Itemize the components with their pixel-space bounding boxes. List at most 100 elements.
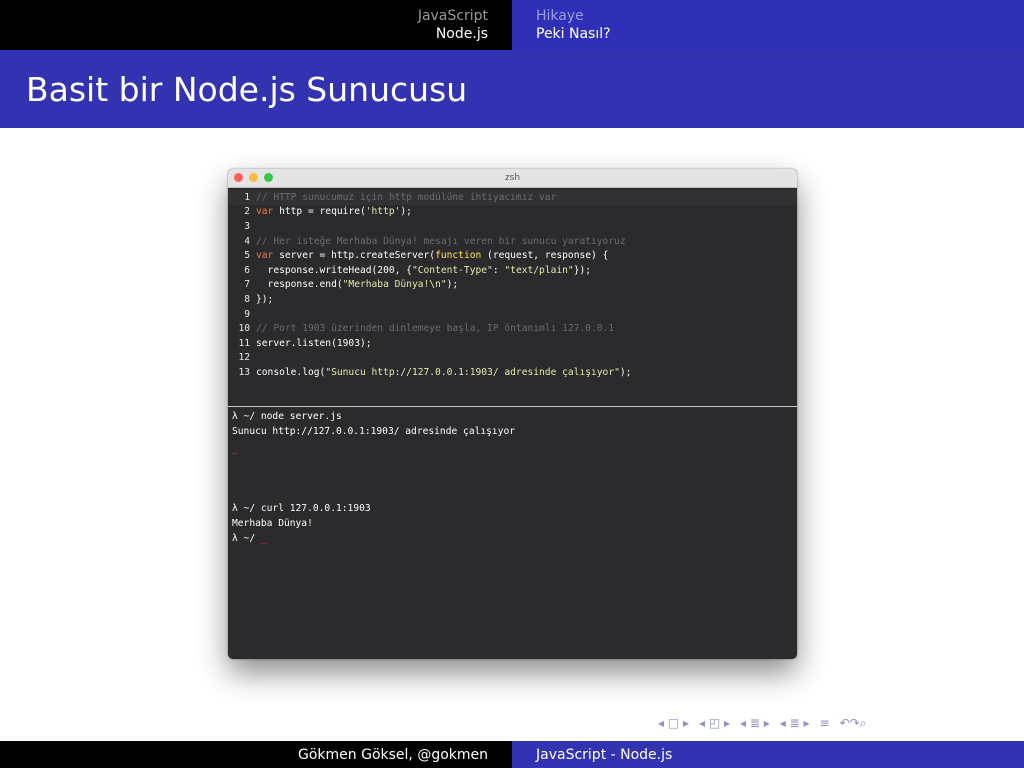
line-number: 13 [238, 366, 250, 378]
code-token: "text/plain" [504, 264, 574, 276]
code-line: 6 response.writeHead(200, {"Content-Type… [228, 263, 797, 278]
terminal-line: λ ~/ curl 127.0.0.1:1903 [232, 503, 371, 514]
code-token: }); [256, 293, 274, 305]
code-text: var http = require('http'); [256, 206, 412, 217]
code-token: var [256, 250, 274, 262]
close-window-icon[interactable] [234, 173, 243, 182]
frame-title: Basit bir Node.js Sunucusu [26, 69, 468, 109]
code-token: 'http' [365, 206, 401, 218]
line-number: 2 [244, 206, 250, 218]
footer-bar: Gökmen Göksel, @gokmen JavaScript - Node… [0, 741, 1024, 768]
code-token: http = require( [273, 206, 366, 218]
line-number: 7 [244, 279, 250, 291]
code-token: "Sunucu http://127.0.0.1:1903/ adresinde… [325, 366, 620, 378]
code-token: : [492, 264, 505, 276]
window-title: zsh [504, 173, 521, 183]
code-token: ); [400, 206, 412, 218]
code-line: 7 response.end("Merhaba Dünya!\n"); [228, 278, 797, 293]
nav-subsection-peki-nasil[interactable]: Peki Nasıl? [536, 25, 611, 43]
code-text: response.end("Merhaba Dünya!\n"); [256, 279, 459, 291]
window-title-bar: zsh [228, 169, 797, 188]
search-back-icon[interactable]: ↶↷⌕ [840, 716, 867, 731]
code-text: // HTTP sunucumuz için http modülüne iht… [256, 192, 556, 203]
line-number: 4 [244, 235, 250, 247]
code-line: 2 var http = require('http'); [228, 205, 797, 220]
beamer-navigation-symbols: ◂ □ ▸ ◂ ◰ ▸ ◂ ≣ ▸ ◂ ≣ ▸ ≡ ↶↷⌕ [658, 716, 866, 731]
code-token: console.log( [256, 366, 326, 378]
code-token: "Content-Type" [411, 264, 493, 276]
code-text: server.listen(1903); [256, 338, 372, 349]
terminal-line: λ ~/ _ [232, 531, 793, 546]
code-text: }); [256, 294, 273, 305]
nav-right-section: Hikaye Peki Nasıl? [512, 0, 1024, 50]
code-line: 5 var server = http.createServer(function… [228, 248, 797, 263]
code-token: ); [446, 279, 459, 291]
code-token: // HTTP sunucumuz için http modülüne iht… [256, 191, 557, 203]
terminal-cursor: _ [260, 533, 267, 544]
code-line: 9 [228, 307, 797, 322]
code-text: var server = http.createServer(function … [256, 250, 608, 261]
code-text: response.writeHead(200, {"Content-Type":… [256, 265, 591, 276]
terminal-cursor: _ [232, 443, 238, 454]
terminal-line: λ ~/ node server.js [232, 411, 342, 422]
code-line: 8}); [228, 292, 797, 307]
code-text: // Port 1903 üzerinden dinlemeye başla, … [256, 323, 614, 334]
code-token: // Her isteğe Merhaba Dünya! mesajı vere… [256, 235, 626, 247]
line-number: 9 [244, 308, 250, 320]
code-token: response.end( [256, 279, 343, 291]
line-number: 1 [244, 191, 250, 203]
code-line: 10 // Port 1903 üzerinden dinlemeye başla… [228, 321, 797, 336]
subsection-nav-icon[interactable]: ◂ ◰ ▸ [699, 716, 730, 731]
code-editor-pane[interactable]: 1 // HTTP sunucumuz için http modülüne ih… [228, 188, 797, 406]
document-nav-icon[interactable]: ◂ ≣ ▸ [780, 716, 810, 731]
code-token: // Port 1903 üzerinden dinlemeye başla, … [256, 323, 615, 335]
frame-nav-icon[interactable]: ◂ □ ▸ [658, 716, 689, 731]
code-token: var [256, 206, 274, 218]
code-text: // Her isteğe Merhaba Dünya! mesajı vere… [256, 236, 626, 247]
line-number: 6 [244, 264, 250, 276]
line-number: 12 [238, 352, 250, 364]
code-line: 13 console.log("Sunucu http://127.0.0.1:1… [228, 365, 797, 380]
code-token: server = http.createServer( [273, 250, 436, 262]
terminal-line: Sunucu http://127.0.0.1:1903/ adresinde … [232, 426, 516, 437]
code-text: console.log("Sunucu http://127.0.0.1:190… [256, 367, 631, 378]
code-line: 11 server.listen(1903); [228, 336, 797, 351]
code-token: (request, response) { [481, 250, 609, 262]
code-token: }); [573, 264, 592, 276]
appendix-icon[interactable]: ≡ [820, 716, 830, 731]
line-number: 10 [238, 323, 250, 335]
terminal-window: zsh 1 // HTTP sunucumuz için http modülün… [228, 169, 797, 659]
section-nav-icon[interactable]: ◂ ≣ ▸ [740, 716, 770, 731]
terminal-line: _ [232, 441, 793, 456]
code-token: function [435, 250, 482, 262]
footer-title: JavaScript - Node.js [536, 746, 673, 763]
nav-section-javascript[interactable]: JavaScript [418, 7, 488, 25]
line-number: 8 [244, 293, 250, 305]
minimize-window-icon[interactable] [249, 173, 258, 182]
window-controls [234, 173, 273, 182]
frame-title-bar: Basit bir Node.js Sunucusu [0, 50, 1024, 128]
nav-section-hikaye[interactable]: Hikaye [536, 7, 584, 25]
footer-author: Gökmen Göksel, @gokmen [298, 746, 488, 763]
terminal-line: Merhaba Dünya! [232, 518, 313, 529]
code-line: 12 [228, 351, 797, 366]
maximize-window-icon[interactable] [264, 173, 273, 182]
code-token: "Merhaba Dünya!\n" [342, 279, 447, 291]
nav-subsection-nodejs[interactable]: Node.js [436, 25, 488, 43]
code-line: 3 [228, 219, 797, 234]
code-line: 1 // HTTP sunucumuz için http modülüne ih… [228, 190, 797, 205]
footer-title-box: JavaScript - Node.js [512, 741, 1024, 768]
code-token: response.writeHead(200, { [256, 264, 412, 276]
nav-left-section: JavaScript Node.js [0, 0, 512, 50]
code-token: server.listen(1903); [256, 337, 372, 349]
terminal-prompt: λ ~/ [232, 533, 261, 544]
top-navigation: JavaScript Node.js Hikaye Peki Nasıl? [0, 0, 1024, 50]
code-line: 4 // Her isteğe Merhaba Dünya! mesajı ver… [228, 234, 797, 249]
footer-author-box: Gökmen Göksel, @gokmen [0, 741, 512, 768]
line-number: 3 [244, 220, 250, 232]
terminal-pane[interactable]: λ ~/ node server.js Sunucu http://127.0.… [228, 407, 797, 546]
code-token: ); [619, 366, 632, 378]
